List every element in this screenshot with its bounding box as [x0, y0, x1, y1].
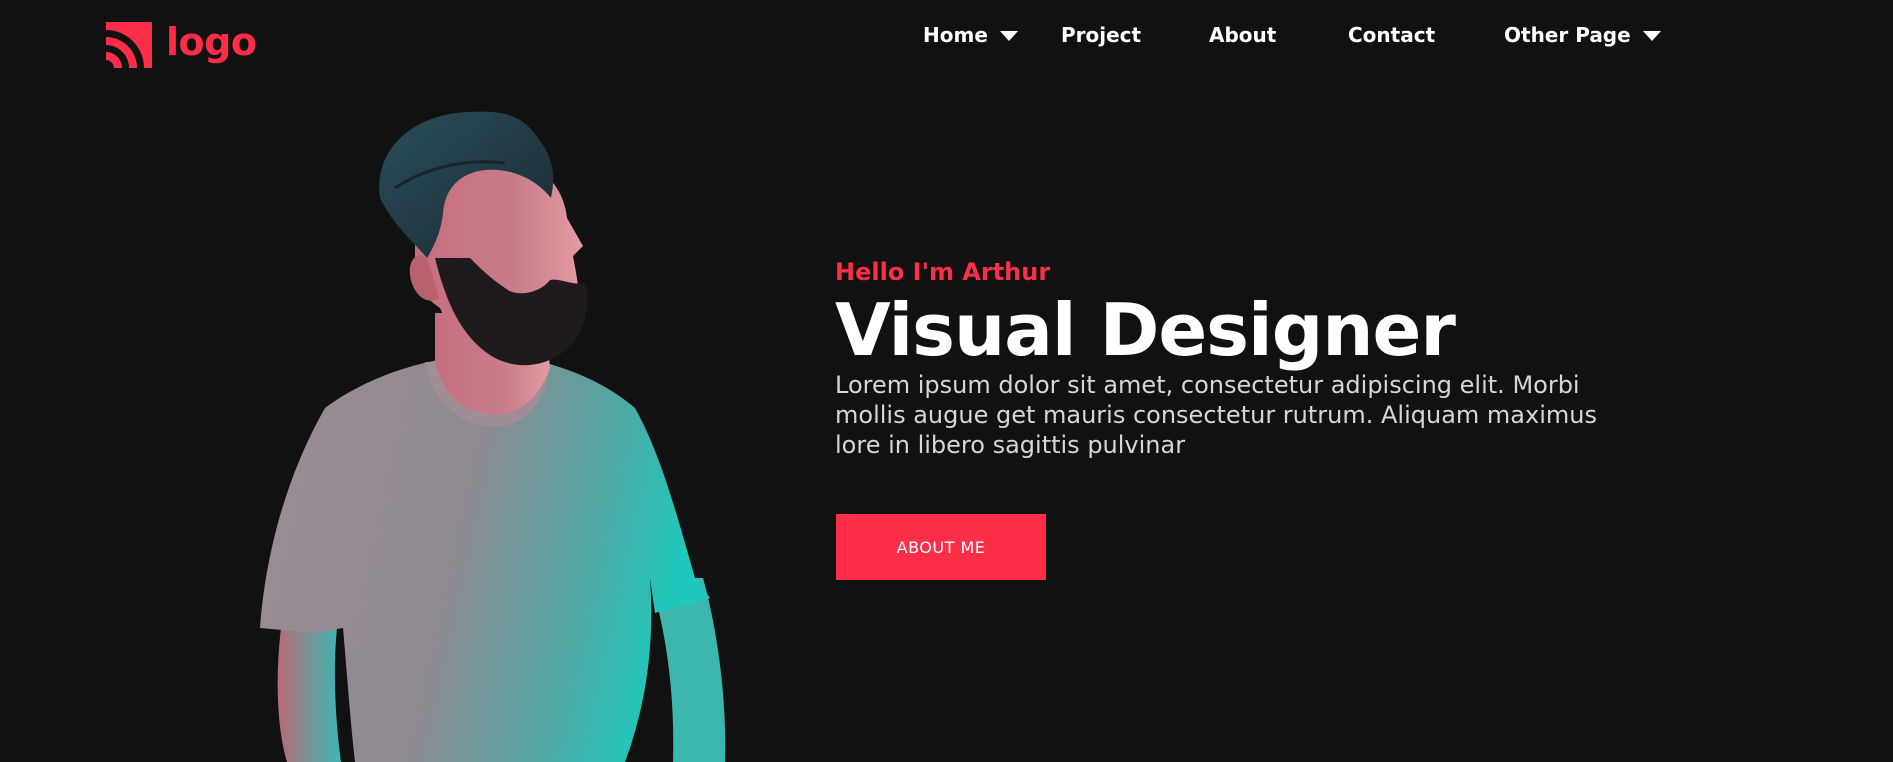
hero-section: Hello I'm Arthur Visual Designer Lorem i… — [835, 256, 1655, 460]
nav-item-contact[interactable]: Contact — [1348, 20, 1435, 50]
nav-item-project[interactable]: Project — [1061, 20, 1141, 50]
caret-down-icon — [1642, 31, 1661, 41]
nav-item-about[interactable]: About — [1209, 20, 1276, 50]
about-me-button[interactable]: ABOUT ME — [836, 514, 1046, 580]
nav-item-label: Other Page — [1504, 23, 1631, 47]
nav-item-label: About — [1209, 23, 1277, 47]
landing-page: logo Home Project About Contact Other Pa… — [0, 0, 1893, 762]
hero-headline: Visual Designer — [835, 288, 1456, 372]
hero-greeting: Hello I'm Arthur — [835, 258, 1051, 286]
nav-item-other-page[interactable]: Other Page — [1504, 20, 1661, 50]
hero-intro: Lorem ipsum dolor sit amet, consectetur … — [835, 371, 1597, 459]
hero-portrait — [255, 108, 755, 762]
nav-item-label: Home — [923, 23, 988, 47]
caret-down-icon — [999, 31, 1018, 41]
main-nav: Home Project About Contact Other Page — [0, 20, 1893, 50]
nav-item-label: Contact — [1348, 23, 1436, 47]
nav-item-label: Project — [1061, 23, 1142, 47]
nav-item-home[interactable]: Home — [923, 20, 1018, 50]
